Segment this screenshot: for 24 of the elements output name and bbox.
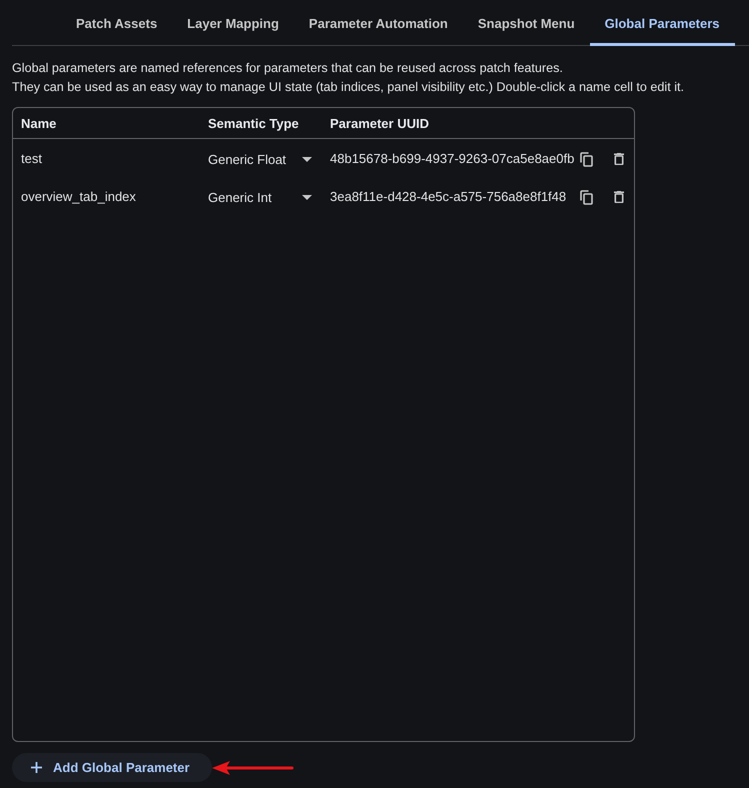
- tab[interactable]: Snapshot Menu: [462, 0, 590, 46]
- semantic-type-select[interactable]: Generic Int: [208, 190, 312, 204]
- plus-icon: [31, 762, 42, 773]
- uuid-cell: 48b15678-b699-4937-9263-07ca5e8ae0fb: [330, 151, 574, 166]
- caret-icon: [302, 156, 312, 162]
- tab[interactable]: Parameter Automation: [294, 0, 463, 46]
- caret-icon: [302, 194, 312, 200]
- tab[interactable]: Patch Assets: [61, 0, 172, 46]
- semantic-type-select[interactable]: Generic Float: [208, 152, 312, 166]
- tab[interactable]: Layer Mapping: [172, 0, 294, 46]
- column-header: Parameter UUID: [329, 116, 430, 130]
- tab[interactable]: Global Parameters: [590, 0, 735, 46]
- description-text: Global parameters are named references for parameters that can be reused across patch features.: [12, 60, 564, 77]
- copy-icon[interactable]: [580, 190, 592, 204]
- description-text: They can be used as an easy way to manage UI state (tab indices, panel visibility etc.) Double-click a name cell to edit it.: [12, 79, 686, 96]
- name-cell[interactable]: test: [21, 151, 42, 166]
- copy-icon[interactable]: [580, 152, 592, 166]
- name-cell[interactable]: overview_tab_index: [21, 189, 136, 204]
- uuid-cell: 3ea8f11e-d428-4e5c-a575-756a8e8f1f48: [330, 189, 566, 204]
- add-parameter-button[interactable]: Add Global Parameter: [12, 753, 212, 782]
- column-header: Name: [20, 116, 58, 130]
- column-header: Semantic Type: [207, 116, 300, 130]
- delete-icon[interactable]: [614, 153, 624, 165]
- delete-icon[interactable]: [614, 191, 624, 203]
